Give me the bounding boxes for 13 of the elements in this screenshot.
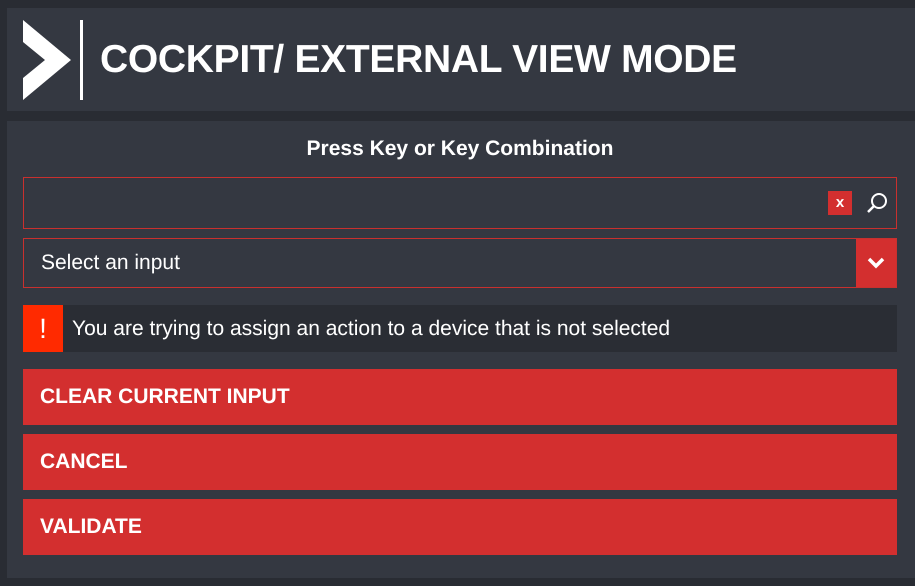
prompt-heading: Press Key or Key Combination: [306, 137, 614, 161]
chevron-logo-icon: [23, 20, 71, 100]
action-button[interactable]: CLEAR CURRENT INPUT: [23, 369, 897, 425]
caret-icon: [867, 257, 885, 269]
key-input-field[interactable]: x: [23, 177, 897, 229]
page-title: COCKPIT/ EXTERNAL VIEW MODE: [100, 38, 737, 82]
search-icon: [866, 192, 888, 214]
warning-icon: !: [23, 305, 63, 352]
action-button[interactable]: VALIDATE: [23, 499, 897, 555]
warning-message: You are trying to assign an action to a device that is not selected: [71, 316, 670, 342]
input-dropdown[interactable]: Select an input: [23, 238, 897, 288]
clear-button[interactable]: x: [828, 191, 852, 215]
action-button[interactable]: CANCEL: [23, 434, 897, 490]
